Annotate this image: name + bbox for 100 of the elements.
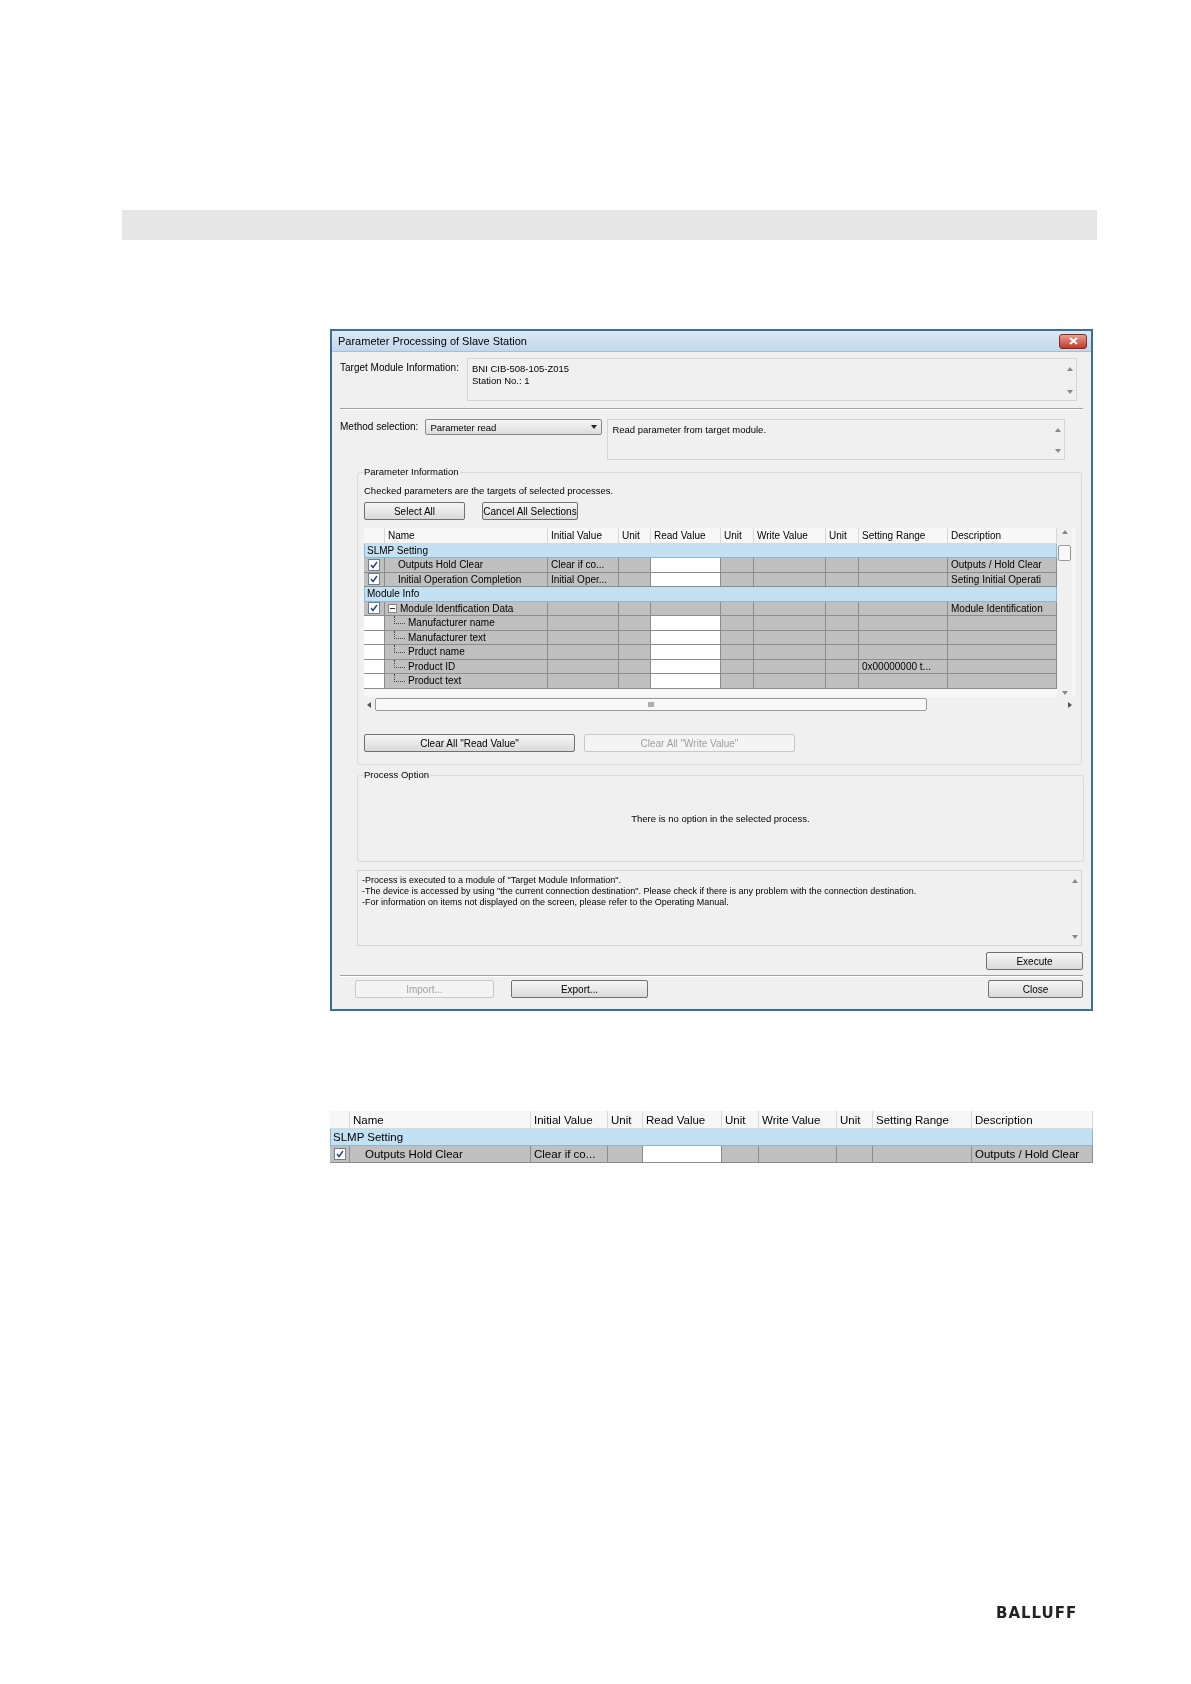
column-header[interactable]: Name: [350, 1111, 531, 1129]
column-header[interactable]: Write Value: [759, 1111, 837, 1129]
column-header[interactable]: Unit: [837, 1111, 873, 1129]
write-value-cell: [754, 558, 826, 573]
initial-value-cell: [548, 645, 619, 660]
name-cell: Outputs Hold Clear: [385, 558, 548, 573]
column-header[interactable]: Write Value: [754, 528, 826, 544]
unit-cell: [826, 616, 859, 631]
scroll-down-icon[interactable]: [1066, 390, 1073, 394]
scroll-up-icon[interactable]: [1072, 879, 1078, 883]
column-header[interactable]: Read Value: [643, 1111, 722, 1129]
button[interactable]: Select All: [364, 502, 465, 520]
initial-value-cell: Clear if co...: [531, 1146, 608, 1163]
scroll-up-icon[interactable]: [1066, 367, 1073, 371]
scrollbar-thumb[interactable]: [375, 698, 927, 711]
button[interactable]: Close: [988, 980, 1083, 998]
note-line: -For information on items not displayed on the screen, please refer to the Operating Manual.: [362, 897, 730, 907]
checkbox[interactable]: [368, 573, 380, 586]
tree-line: [394, 616, 405, 625]
scrollbar-thumb[interactable]: [1058, 545, 1071, 561]
column-header[interactable]: Initial Value: [548, 528, 619, 544]
unit-cell: [721, 674, 754, 689]
button[interactable]: Clear All "Read Value": [364, 734, 575, 752]
no-option-message: There is no option in the selected process.: [631, 813, 810, 824]
scroll-left-icon[interactable]: [367, 701, 371, 708]
initial-value-cell: [548, 616, 619, 631]
group-title: Process Option: [363, 769, 430, 780]
tree-line: [394, 645, 405, 654]
name-cell: Manufacturer name: [385, 616, 548, 631]
scroll-down-icon[interactable]: [1055, 449, 1062, 453]
unit-cell: [619, 616, 651, 631]
note-line: -Process is executed to a module of "Target Module Information".: [362, 875, 623, 885]
button[interactable]: Cancel All Selections: [482, 502, 578, 520]
unit-cell: [721, 616, 754, 631]
group-title: Parameter Information: [363, 466, 460, 477]
note-line: -The device is accessed by using "the current connection destination". Please check if there is any problem with the connection destination.: [362, 886, 917, 896]
close-icon: [1068, 337, 1078, 345]
column-header[interactable]: Name: [385, 528, 548, 544]
unit-cell: [837, 1146, 873, 1163]
unit-cell: [721, 558, 754, 573]
checkbox[interactable]: [334, 1148, 346, 1160]
scroll-up-icon[interactable]: [1061, 530, 1068, 534]
name-cell: Outputs Hold Clear: [350, 1146, 531, 1163]
column-header[interactable]: Description: [948, 528, 1057, 544]
unit-cell: [826, 645, 859, 660]
scroll-down-icon[interactable]: [1061, 691, 1068, 695]
caret-icon: [591, 425, 598, 429]
read-value-cell[interactable]: [651, 558, 721, 573]
window-title: Parameter Processing of Slave Station: [338, 335, 527, 347]
column-header: [364, 528, 385, 544]
initial-value-cell: [548, 674, 619, 689]
module-info-line: BNI CIB-508-105-Z015: [471, 363, 570, 374]
column-header[interactable]: Initial Value: [531, 1111, 608, 1129]
scroll-up-icon[interactable]: [1055, 428, 1062, 432]
read-value-cell[interactable]: [651, 645, 721, 660]
field-label: Target Module Information:: [340, 362, 459, 373]
button[interactable]: Export...: [511, 980, 648, 998]
column-header[interactable]: Setting Range: [873, 1111, 972, 1129]
brand-logo: BALLUFF: [996, 1604, 1079, 1622]
column-header[interactable]: Unit: [722, 1111, 759, 1129]
scroll-right-icon[interactable]: [1068, 701, 1072, 708]
method-description: Read parameter from target module.: [612, 424, 767, 437]
write-value-cell: [754, 616, 826, 631]
read-value-cell[interactable]: [651, 674, 721, 689]
column-header[interactable]: Unit: [619, 528, 651, 544]
unit-cell: [722, 1146, 759, 1163]
column-header[interactable]: Unit: [721, 528, 754, 544]
description-cell: Outputs / Hold Clear: [972, 1146, 1093, 1163]
write-value-cell: [754, 645, 826, 660]
column-header[interactable]: Read Value: [651, 528, 721, 544]
name-cell: Prduct name: [385, 645, 548, 660]
close-button[interactable]: [1059, 333, 1087, 349]
unit-cell: [608, 1146, 643, 1163]
scroll-down-icon[interactable]: [1072, 935, 1078, 939]
tree-line: [394, 674, 405, 683]
dropdown-value: Parameter read: [430, 421, 497, 433]
module-info-line: Station No.: 1: [471, 375, 531, 386]
check-cell: [364, 645, 385, 660]
field-label: Method selection:: [340, 421, 419, 432]
unit-cell: [721, 645, 754, 660]
column-header[interactable]: Description: [972, 1111, 1093, 1129]
button[interactable]: Execute: [986, 952, 1083, 970]
method-dropdown[interactable]: Parameter read: [425, 419, 603, 435]
unit-cell: [619, 674, 651, 689]
checkbox[interactable]: [368, 558, 380, 571]
tree-line: [394, 630, 405, 639]
column-header[interactable]: Unit: [608, 1111, 643, 1129]
group-row[interactable]: Module Info: [364, 587, 1057, 602]
collapse-icon[interactable]: [388, 603, 397, 613]
unit-cell: [619, 645, 651, 660]
read-value-cell[interactable]: [651, 616, 721, 631]
description-cell: Outputs / Hold Clear: [948, 558, 1057, 573]
read-value-cell[interactable]: [643, 1146, 722, 1163]
tree-line: [394, 659, 405, 668]
write-value-cell: [754, 674, 826, 689]
group-row[interactable]: SLMP Setting: [330, 1129, 1093, 1146]
column-header[interactable]: Unit: [826, 528, 859, 544]
initial-value-cell: Clear if co...: [548, 558, 619, 573]
checkbox[interactable]: [368, 602, 380, 615]
column-header[interactable]: Setting Range: [859, 528, 948, 544]
